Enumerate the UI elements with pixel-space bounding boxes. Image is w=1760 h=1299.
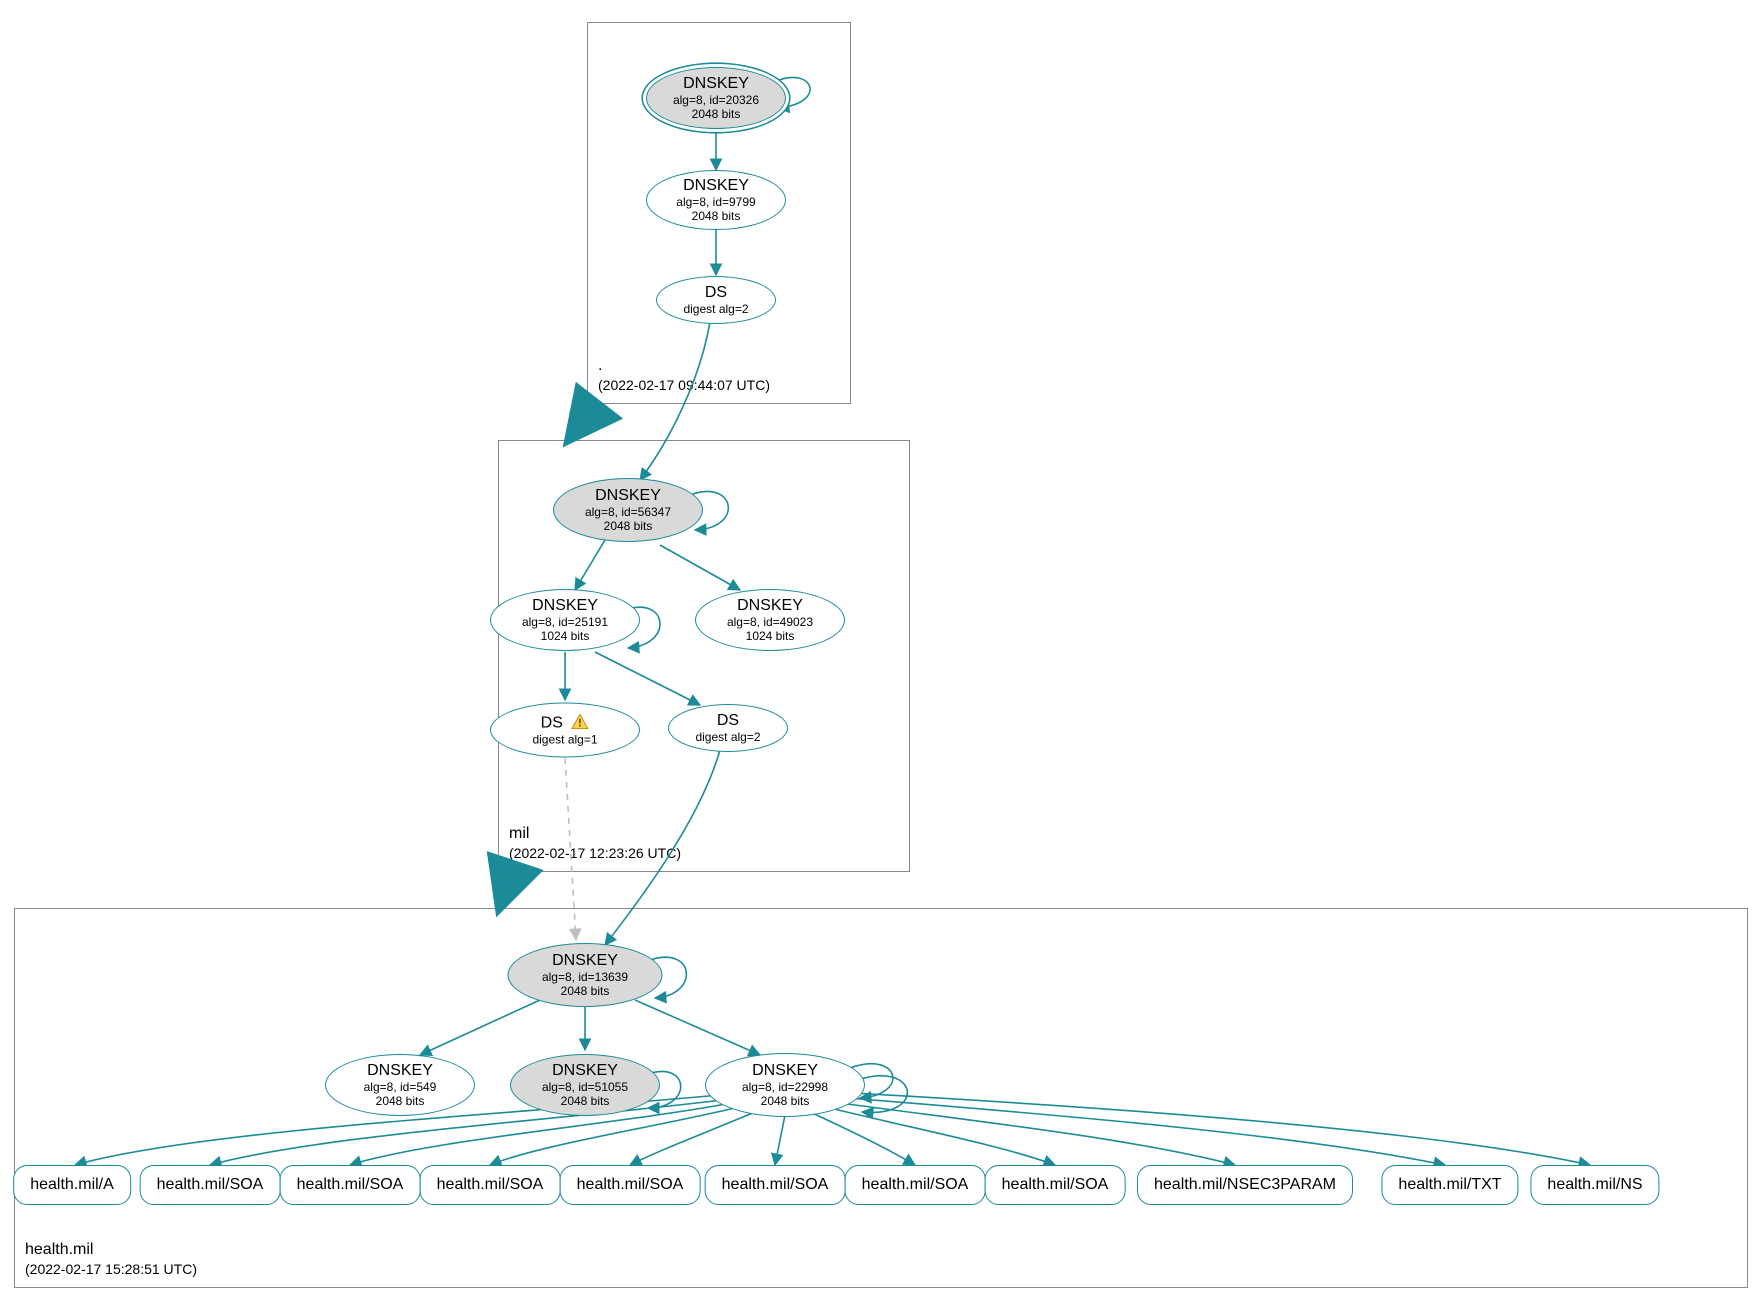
zone-mil-time: (2022-02-17 12:23:26 UTC) bbox=[509, 844, 681, 863]
health-zsk1-dnskey: DNSKEY alg=8, id=549 2048 bits bbox=[325, 1054, 475, 1116]
root-zsk-dnskey: DNSKEY alg=8, id=9799 2048 bits bbox=[646, 170, 786, 230]
zone-mil-name: mil bbox=[509, 823, 681, 845]
mil-ds-alg2: DS digest alg=2 bbox=[668, 704, 788, 752]
rrset-health-soa-2: health.mil/SOA bbox=[280, 1165, 421, 1205]
rrset-health-txt: health.mil/TXT bbox=[1381, 1165, 1518, 1205]
zone-root-label: . (2022-02-17 09:44:07 UTC) bbox=[598, 355, 770, 395]
health-zsk2-dnskey: DNSKEY alg=8, id=51055 2048 bits bbox=[510, 1054, 660, 1116]
mil-ksk-dnskey: DNSKEY alg=8, id=56347 2048 bits bbox=[553, 478, 703, 542]
zone-root-name: . bbox=[598, 355, 770, 377]
rrset-health-a: health.mil/A bbox=[13, 1165, 131, 1205]
health-zsk3-dnskey: DNSKEY alg=8, id=22998 2048 bits bbox=[705, 1053, 865, 1117]
root-ds: DS digest alg=2 bbox=[656, 276, 776, 324]
rrset-health-soa-3: health.mil/SOA bbox=[420, 1165, 561, 1205]
mil-zsk1-dnskey: DNSKEY alg=8, id=25191 1024 bits bbox=[490, 589, 640, 651]
rrset-health-soa-5: health.mil/SOA bbox=[705, 1165, 846, 1205]
rrset-health-soa-7: health.mil/SOA bbox=[985, 1165, 1126, 1205]
zone-health-label: health.mil (2022-02-17 15:28:51 UTC) bbox=[25, 1239, 197, 1279]
rrset-health-soa-4: health.mil/SOA bbox=[560, 1165, 701, 1205]
root-ksk-dnskey: DNSKEY alg=8, id=20326 2048 bits bbox=[646, 67, 786, 129]
mil-ds-alg1-title: DS bbox=[541, 715, 563, 732]
warning-icon bbox=[571, 714, 589, 730]
mil-ds-alg1: DS digest alg=1 bbox=[490, 703, 640, 758]
rrset-health-soa-6: health.mil/SOA bbox=[845, 1165, 986, 1205]
health-ksk-dnskey: DNSKEY alg=8, id=13639 2048 bits bbox=[508, 943, 663, 1007]
mil-zsk2-dnskey: DNSKEY alg=8, id=49023 1024 bits bbox=[695, 589, 845, 651]
rrset-health-nsec3param: health.mil/NSEC3PARAM bbox=[1137, 1165, 1353, 1205]
rrset-health-soa-1: health.mil/SOA bbox=[140, 1165, 281, 1205]
zone-health-name: health.mil bbox=[25, 1239, 197, 1261]
zone-root-time: (2022-02-17 09:44:07 UTC) bbox=[598, 376, 770, 395]
rrset-health-ns: health.mil/NS bbox=[1530, 1165, 1659, 1205]
zone-health: health.mil (2022-02-17 15:28:51 UTC) bbox=[14, 908, 1748, 1288]
zone-mil-label: mil (2022-02-17 12:23:26 UTC) bbox=[509, 823, 681, 863]
zone-health-time: (2022-02-17 15:28:51 UTC) bbox=[25, 1260, 197, 1279]
